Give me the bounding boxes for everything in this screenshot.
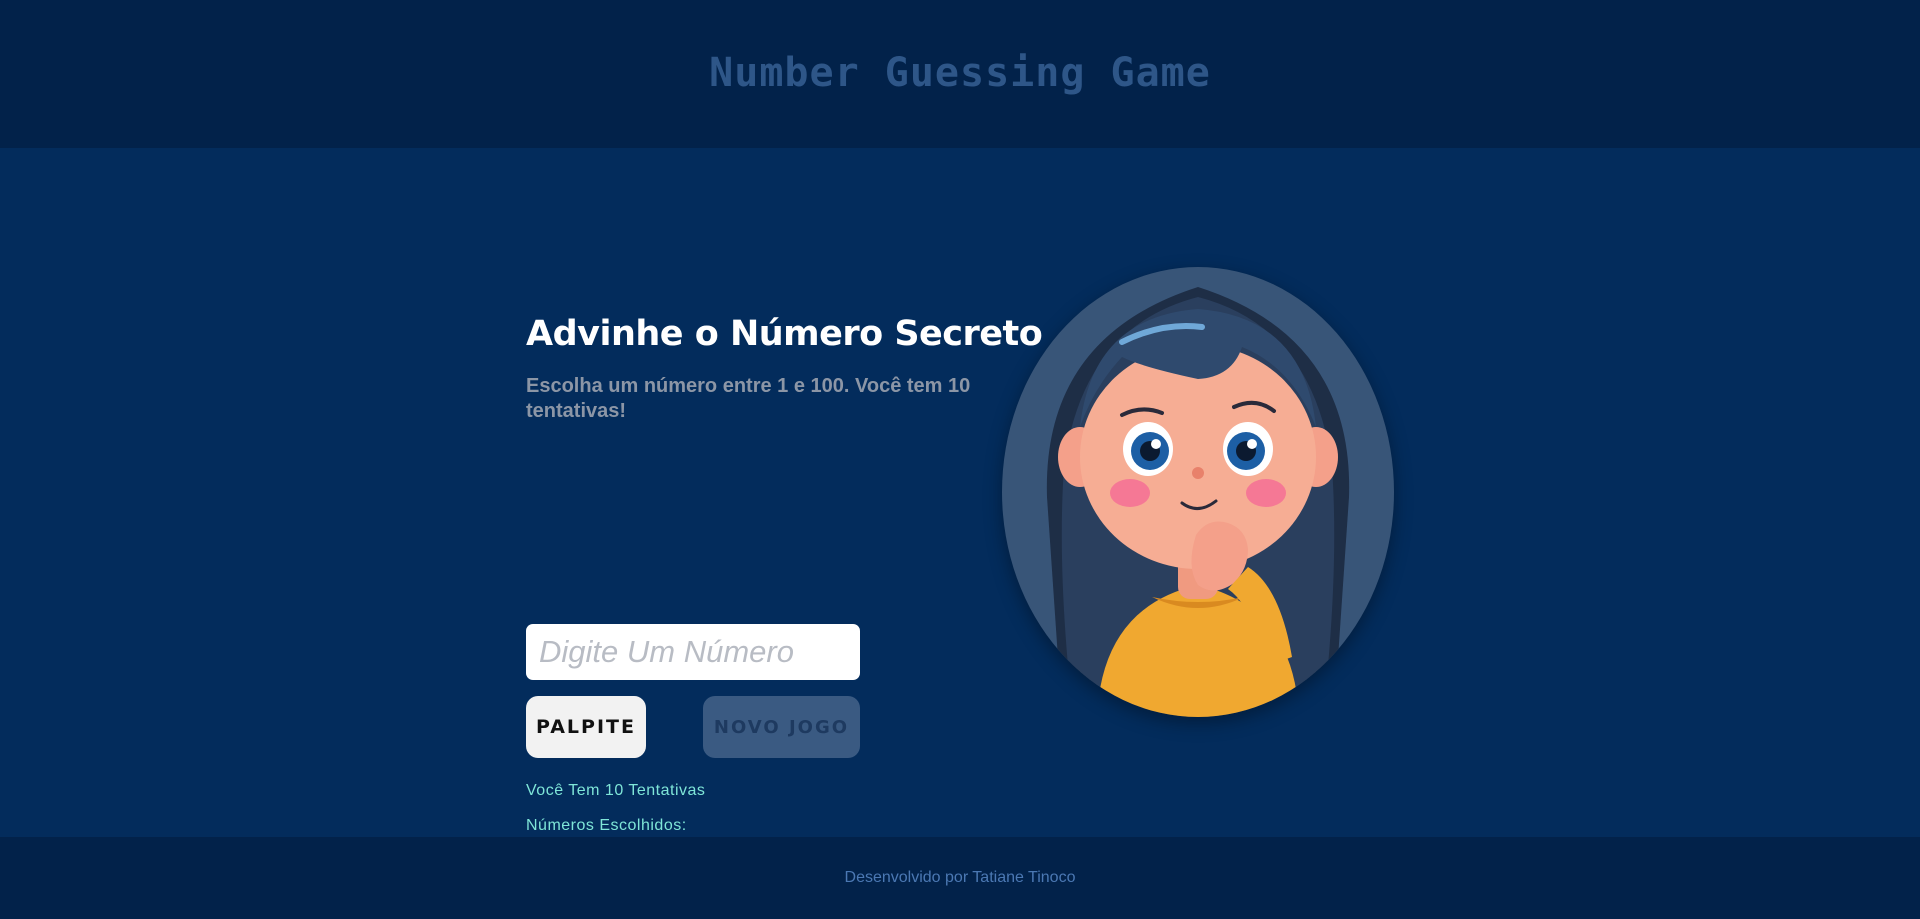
guess-button[interactable]: PALPITE: [526, 696, 646, 758]
thinking-girl-illustration: [1002, 267, 1394, 717]
game-description: Escolha um número entre 1 e 100. Você te…: [526, 375, 971, 422]
attempts-remaining: Você Tem 10 Tentativas: [526, 782, 706, 799]
chosen-numbers: Números Escolhidos:: [526, 817, 687, 834]
guess-input[interactable]: [526, 624, 860, 680]
header-title: Number Guessing Game: [709, 50, 1211, 96]
footer-credit: Desenvolvido por Tatiane Tinoco: [844, 869, 1076, 886]
new-game-button[interactable]: NOVO JOGO: [703, 696, 860, 758]
game-panel: Advinhe o Número Secreto Escolha um núme…: [526, 312, 1043, 834]
page-footer: Desenvolvido por Tatiane Tinoco: [0, 837, 1920, 919]
page-header: Number Guessing Game: [0, 0, 1920, 148]
main-content: Advinhe o Número Secreto Escolha um núme…: [0, 148, 1920, 837]
game-title: Advinhe o Número Secreto: [526, 314, 1043, 354]
girl-illustration-icon: [1046, 287, 1350, 717]
